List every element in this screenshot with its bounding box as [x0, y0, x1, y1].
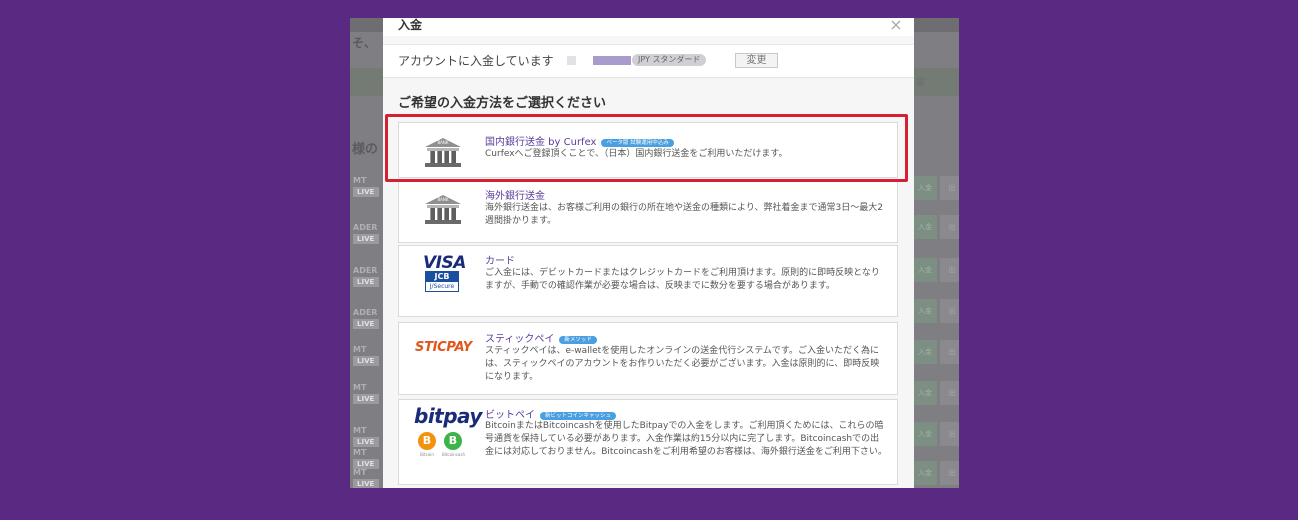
- background-deposit-button: 入金: [913, 176, 937, 200]
- method-description: ご入金には、デビットカードまたはクレジットカードをご利用頂けます。原則的に即時反…: [485, 268, 880, 291]
- method-card-sticpay[interactable]: STICPAY スティックペイ 新メソッド スティックペイは、e-walletを使…: [398, 322, 898, 395]
- method-card-credit-card[interactable]: VISA JCB J/Secure カード ご入金には、デビットカードまたはクレ…: [398, 245, 898, 317]
- method-tag: 新メソッド: [559, 336, 597, 344]
- background-withdraw-button: 出: [940, 176, 959, 200]
- modal-title: 入金: [398, 18, 423, 32]
- method-card-bitpay[interactable]: bitpay B B Bitcoin Bitcoincash ビットペイ 新ビット…: [398, 399, 898, 485]
- card-logo: VISA JCB J/Secure: [399, 246, 485, 316]
- background-withdraw-button: 出: [940, 461, 959, 485]
- background-account-row: MT LIVE: [350, 345, 382, 375]
- close-icon[interactable]: ×: [889, 18, 903, 33]
- method-title: スティックペイ 新メソッド: [485, 330, 597, 345]
- account-prefix: アカウントに入金しています: [398, 54, 554, 68]
- account-type-badge: JPY スタンダード: [632, 54, 707, 66]
- visa-logo: VISA: [423, 253, 466, 273]
- bitcoin-label: Bitcoin: [420, 452, 434, 457]
- method-description: BitcoinまたはBitcoincashを使用したBitpayでの入金をします…: [485, 421, 887, 457]
- method-description: 海外銀行送金は、お客様ご利用の銀行の所在地や送金の種類により、弊社着金まで通常3…: [485, 203, 883, 226]
- method-tag: ベータ版 試験運用中込み: [601, 139, 674, 147]
- background-account-row: MT LIVE: [350, 383, 382, 413]
- background-deposit-button: 入金: [913, 461, 937, 485]
- background-deposit-button: 入金: [913, 381, 937, 405]
- method-title: カード: [485, 256, 515, 267]
- bitcoin-icon: B: [418, 432, 436, 450]
- deposit-modal: 入金 × アカウントに入金しています JPY スタンダード 変更 ご希望の入金方…: [383, 18, 914, 488]
- background-account-row: MT LIVE: [350, 176, 382, 206]
- bank-logo: BANK: [399, 181, 485, 242]
- background-account-row: ADER LIVE: [353, 223, 379, 244]
- method-title: 海外銀行送金: [485, 191, 545, 202]
- method-card-overseas-bank[interactable]: BANK 海外銀行送金 海外銀行送金は、お客様ご利用の銀行の所在地や送金の種類に…: [398, 180, 898, 243]
- background-deposit-button: 入金: [913, 258, 937, 282]
- change-account-button[interactable]: 変更: [735, 53, 778, 68]
- background-deposit-button: 入金: [913, 299, 937, 323]
- bitcoincash-label: Bitcoincash: [442, 452, 465, 457]
- background-text-fragment: そ、: [352, 36, 377, 50]
- bitcoincash-icon: B: [444, 432, 462, 450]
- method-description: Curfexへご登録頂くことで、（日本）国内銀行送金をご利用いただけます。: [485, 149, 788, 159]
- background-withdraw-button: 出: [940, 258, 959, 282]
- method-description: スティックペイは、e-walletを使用したオンラインの送金代行システムです。ご…: [485, 346, 880, 382]
- account-redacted-number: [593, 56, 631, 65]
- background-withdraw-button: 出: [940, 340, 959, 364]
- background-deposit-button: 入金: [913, 340, 937, 364]
- method-tag: 新ビットコインキャッシュ: [540, 412, 617, 420]
- background-text-fragment: 設: [916, 78, 926, 88]
- background-withdraw-button: 出: [940, 215, 959, 239]
- background-deposit-button: 入金: [913, 422, 937, 446]
- account-bar: アカウントに入金しています JPY スタンダード 変更: [383, 44, 914, 78]
- background-account-row: ADER LIVE: [353, 308, 379, 329]
- background-withdraw-button: 出: [940, 299, 959, 323]
- method-title: ビットペイ 新ビットコインキャッシュ: [485, 406, 617, 421]
- background-withdraw-button: 出: [940, 422, 959, 446]
- background-text-fragment: 様の: [352, 142, 379, 157]
- background-account-row: MT LIVE: [350, 468, 382, 488]
- background-deposit-button: 入金: [913, 215, 937, 239]
- bank-icon: BANK: [425, 195, 461, 225]
- sticpay-logo: STICPAY: [415, 340, 472, 355]
- bank-icon: BANK: [425, 138, 461, 168]
- modal-header: 入金 ×: [383, 18, 914, 36]
- account-redacted-mark: [567, 56, 576, 65]
- method-card-domestic-bank[interactable]: BANK 国内銀行送金 by Curfex ベータ版 試験運用中込み Curfex…: [398, 122, 898, 178]
- jcb-logo: JCB J/Secure: [425, 271, 459, 292]
- bank-logo: BANK: [399, 123, 485, 177]
- section-title: ご希望の入金方法をご選択ください: [398, 96, 607, 111]
- bitpay-logo: bitpay B B Bitcoin Bitcoincash: [414, 404, 482, 457]
- background-account-row: ADER LIVE: [353, 266, 379, 287]
- background-withdraw-button: 出: [940, 381, 959, 405]
- method-title: 国内銀行送金 by Curfex ベータ版 試験運用中込み: [485, 133, 674, 148]
